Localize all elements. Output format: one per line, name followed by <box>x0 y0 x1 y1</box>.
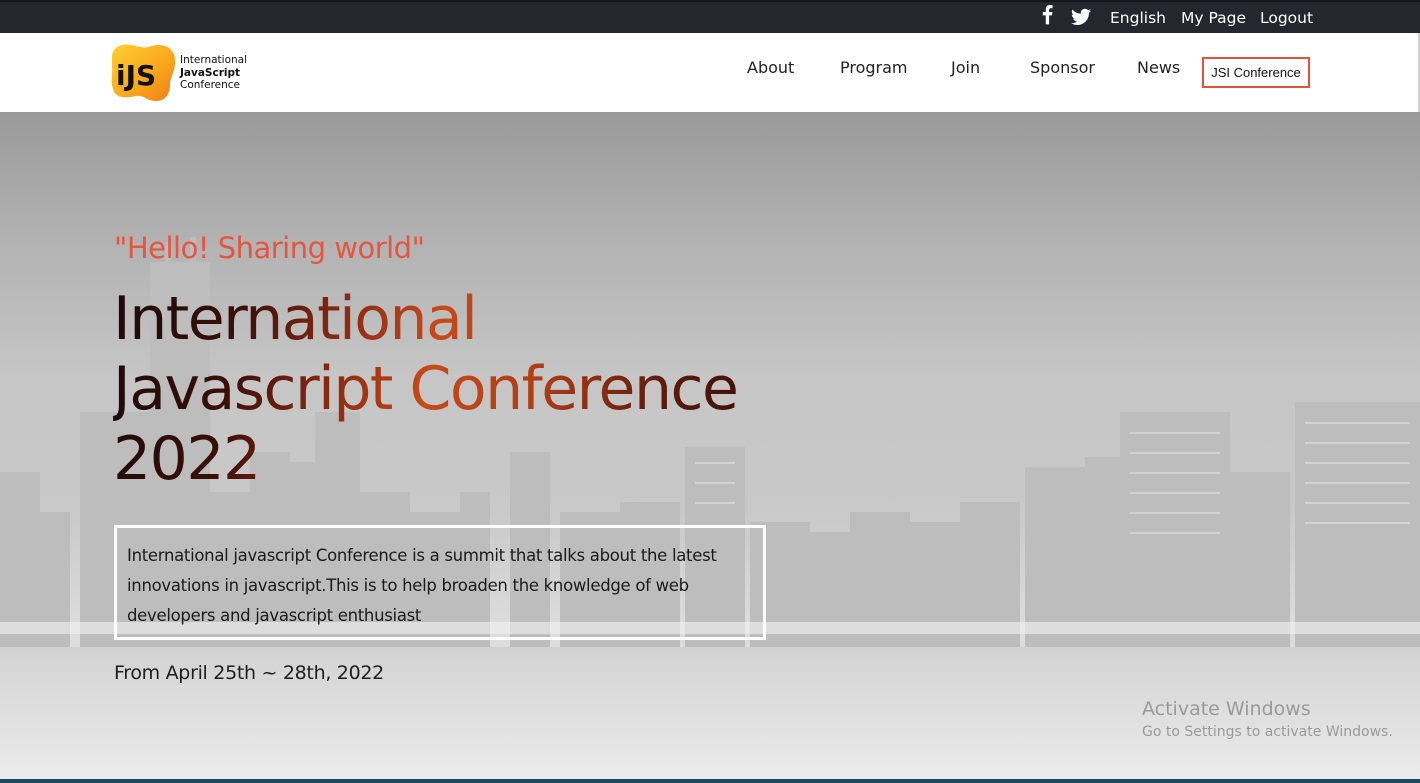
hero-tagline: "Hello! Sharing world" <box>114 231 425 265</box>
event-dates: From April 25th ~ 28th, 2022 <box>114 662 384 684</box>
my-page-link[interactable]: My Page <box>1181 6 1246 30</box>
nav-sponsor[interactable]: Sponsor <box>1030 58 1095 78</box>
logo-line-2: JavaScript <box>180 66 241 79</box>
logo-wordmark: International JavaScript Conference <box>180 54 247 92</box>
hero-title-line-2: Javascript Conference <box>113 354 738 424</box>
language-link[interactable]: English <box>1110 6 1166 30</box>
bottom-edge <box>0 779 1420 783</box>
facebook-icon[interactable] <box>1042 4 1056 27</box>
hero-description: International javascript Conference is a… <box>127 546 717 625</box>
hero-description-box: International javascript Conference is a… <box>114 525 766 640</box>
logout-link[interactable]: Logout <box>1260 6 1313 30</box>
hero-title-line-3: 2022 <box>113 424 260 494</box>
logo-line-3: Conference <box>180 79 241 91</box>
hero-title-line-1: International <box>113 284 477 354</box>
site-logo[interactable]: iJS International JavaScript Conference <box>108 43 258 103</box>
nav-about[interactable]: About <box>747 58 794 78</box>
nav-program[interactable]: Program <box>840 58 908 78</box>
activate-windows-watermark: Activate Windows Go to Settings to activ… <box>1142 697 1393 743</box>
svg-text:iJS: iJS <box>116 59 156 92</box>
watermark-subtitle: Go to Settings to activate Windows. <box>1142 724 1393 740</box>
top-utility-bar: English My Page Logout <box>0 0 1420 33</box>
logo-line-1: International <box>180 54 248 66</box>
hero-section: "Hello! Sharing world" International Jav… <box>0 112 1420 783</box>
twitter-icon[interactable] <box>1071 8 1091 26</box>
watermark-title: Activate Windows <box>1142 698 1311 720</box>
main-header: iJS International JavaScript Conference … <box>0 33 1420 112</box>
nav-news[interactable]: News <box>1137 58 1180 78</box>
jsi-conference-button[interactable]: JSI Conference <box>1202 57 1310 88</box>
ijs-logo-icon: iJS <box>111 44 176 102</box>
nav-join[interactable]: Join <box>951 58 980 78</box>
hero-title: International Javascript Conference 2022 <box>113 284 813 494</box>
